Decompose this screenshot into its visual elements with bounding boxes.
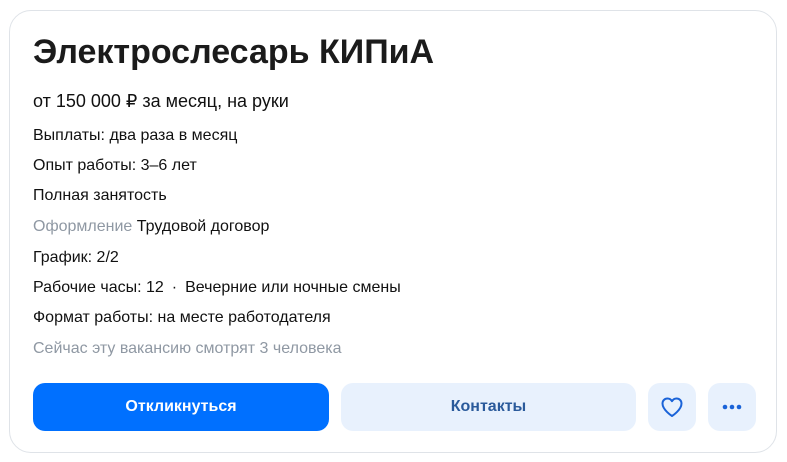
viewers-info: Сейчас эту вакансию смотрят 3 человека (33, 340, 342, 357)
registration-value: Трудовой договор (136, 218, 270, 235)
vacancy-title: Электрослесарь КИПиА (33, 33, 435, 71)
contacts-button[interactable]: Контакты (341, 383, 636, 431)
respond-button[interactable]: Откликнуться (33, 383, 329, 431)
registration-info: Оформление Трудовой договор (33, 216, 269, 238)
separator-dot: · (171, 279, 178, 296)
shifts: Вечерние или ночные смены (185, 279, 401, 296)
more-button[interactable] (708, 383, 756, 431)
vacancy-card: Электрослесарь КИПиА от 150 000 ₽ за мес… (9, 10, 777, 453)
work-hours: Рабочие часы: 12 (33, 279, 164, 296)
more-dots-icon (722, 404, 742, 410)
favorite-button[interactable] (648, 383, 696, 431)
payments-info: Выплаты: два раза в месяц (33, 127, 238, 144)
salary: от 150 000 ₽ за месяц, на руки (33, 91, 289, 111)
employment-info: Полная занятость (33, 187, 167, 204)
heart-icon (660, 396, 684, 418)
work-format-info: Формат работы: на месте работодателя (33, 309, 331, 326)
experience-info: Опыт работы: 3–6 лет (33, 157, 197, 174)
schedule-info: График: 2/2 (33, 249, 119, 266)
work-hours-info: Рабочие часы: 12 · Вечерние или ночные сме… (33, 277, 401, 299)
registration-label: Оформление (33, 218, 133, 235)
